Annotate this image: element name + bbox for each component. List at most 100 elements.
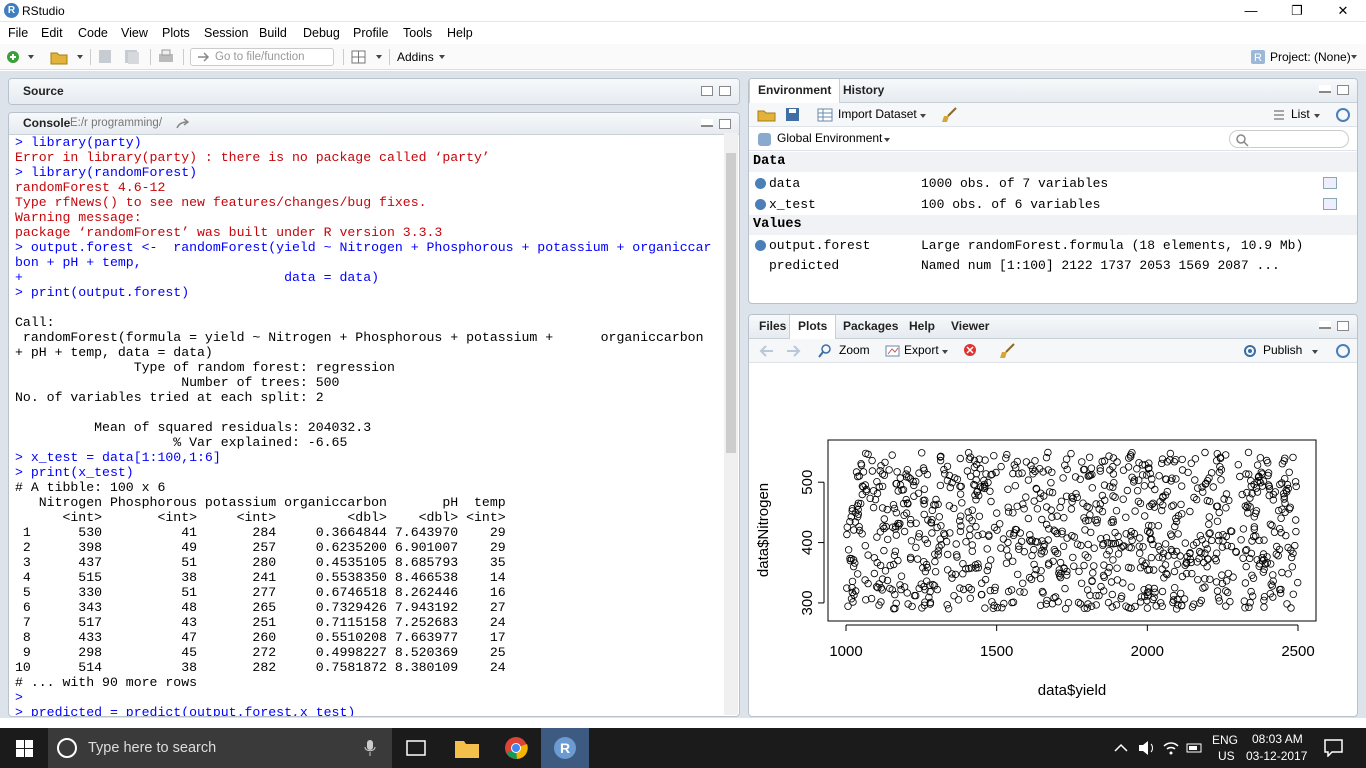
load-workspace-icon[interactable] — [757, 107, 777, 123]
scatter-point — [1196, 531, 1204, 540]
menu-file[interactable]: File — [8, 26, 28, 40]
volume-icon[interactable] — [1138, 739, 1156, 757]
menu-debug[interactable]: Debug — [303, 26, 340, 40]
list-view-button[interactable]: List — [1291, 107, 1310, 121]
scatter-point — [1136, 598, 1145, 606]
scatter-point — [1201, 448, 1209, 457]
clock-time[interactable]: 08:03 AM — [1252, 732, 1303, 746]
tray-chevron-up-icon[interactable] — [1114, 742, 1128, 754]
taskbar-search-box[interactable]: Type here to search — [48, 728, 392, 768]
menu-session[interactable]: Session — [204, 26, 248, 40]
menu-tools[interactable]: Tools — [403, 26, 432, 40]
console-scrollbar[interactable] — [724, 133, 738, 715]
import-dataset-button[interactable]: Import Dataset — [838, 107, 917, 121]
env-row-data[interactable]: data 1000 obs. of 7 variables — [749, 173, 1357, 194]
source-maximize-icon[interactable] — [719, 86, 731, 96]
save-all-icon[interactable] — [124, 49, 140, 65]
scatter-point — [968, 506, 976, 514]
goto-file-input[interactable]: Go to file/function — [190, 48, 334, 66]
env-search-input[interactable] — [1229, 130, 1349, 148]
remove-plot-icon[interactable] — [963, 343, 981, 359]
close-button[interactable]: ✕ — [1320, 0, 1366, 22]
plots-minimize-icon[interactable] — [1319, 321, 1331, 329]
x-tick-label: 1000 — [829, 643, 862, 660]
language-code[interactable]: ENG — [1212, 733, 1238, 747]
environment-scope[interactable]: Global Environment — [777, 131, 882, 145]
source-pane: Source — [8, 78, 740, 105]
tab-viewer[interactable]: Viewer — [943, 315, 997, 339]
scatter-point — [1171, 583, 1179, 592]
minimize-button[interactable]: — — [1228, 0, 1274, 22]
save-workspace-icon[interactable] — [785, 107, 801, 123]
plots-maximize-icon[interactable] — [1337, 321, 1349, 331]
menu-code[interactable]: Code — [78, 26, 108, 40]
console-output[interactable]: > library(party) Error in library(party) … — [15, 135, 727, 716]
tab-environment[interactable]: Environment — [749, 79, 841, 103]
go-to-dir-icon[interactable] — [175, 117, 191, 131]
forward-arrow-icon[interactable] — [785, 344, 801, 358]
env-maximize-icon[interactable] — [1337, 85, 1349, 95]
scatter-point — [1284, 543, 1292, 552]
battery-icon[interactable] — [1186, 740, 1204, 756]
menu-plots[interactable]: Plots — [162, 26, 190, 40]
file-explorer-icon[interactable] — [454, 736, 480, 760]
scatter-point — [1284, 570, 1292, 578]
keyboard-region[interactable]: US — [1218, 749, 1235, 763]
menu-profile[interactable]: Profile — [353, 26, 388, 40]
menu-build[interactable]: Build — [259, 26, 287, 40]
rstudio-taskbar-item[interactable]: R — [541, 728, 589, 768]
clock-date[interactable]: 03-12-2017 — [1246, 749, 1307, 763]
menu-view[interactable]: View — [121, 26, 148, 40]
console-pane[interactable]: Console E:/r programming/ > library(part… — [8, 112, 740, 717]
env-row-x-test[interactable]: x_test 100 obs. of 6 variables — [749, 194, 1357, 215]
scatter-point — [1076, 600, 1085, 608]
workspace-panes-icon[interactable] — [351, 49, 385, 65]
clear-plots-broom-icon[interactable] — [999, 343, 1017, 359]
console-scroll-thumb[interactable] — [726, 153, 736, 453]
refresh-plot-icon[interactable] — [1335, 343, 1351, 359]
network-icon[interactable] — [1162, 739, 1180, 757]
expand-icon[interactable] — [755, 178, 766, 189]
scatter-point — [1170, 567, 1179, 576]
project-menu[interactable]: Project: (None) — [1270, 50, 1351, 64]
publish-button[interactable]: Publish — [1263, 343, 1302, 357]
addins-menu[interactable]: Addins — [397, 50, 434, 64]
export-button[interactable]: Export — [904, 343, 939, 357]
view-table-icon[interactable] — [1323, 177, 1337, 189]
source-restore-icon[interactable] — [701, 86, 713, 96]
refresh-env-icon[interactable] — [1335, 107, 1351, 123]
microphone-icon[interactable] — [364, 740, 376, 756]
notifications-icon[interactable] — [1324, 739, 1344, 757]
open-project-icon[interactable] — [50, 49, 84, 65]
tab-history[interactable]: History — [835, 79, 892, 103]
env-row-output-forest[interactable]: output.forest Large randomForest.formula… — [749, 235, 1357, 256]
expand-icon[interactable] — [755, 199, 766, 210]
scatter-point — [1289, 590, 1297, 598]
windows-start-icon[interactable] — [16, 740, 34, 758]
view-table-icon[interactable] — [1323, 198, 1337, 210]
print-icon[interactable] — [158, 49, 174, 65]
restore-button[interactable]: ❐ — [1274, 0, 1320, 22]
tab-files[interactable]: Files — [751, 315, 794, 339]
source-title[interactable]: Source — [15, 80, 72, 104]
back-arrow-icon[interactable] — [759, 344, 775, 358]
tab-plots[interactable]: Plots — [789, 315, 837, 339]
broom-icon[interactable] — [941, 107, 959, 123]
env-row-predicted[interactable]: predicted Named num [1:100] 2122 1737 20… — [749, 255, 1357, 276]
env-minimize-icon[interactable] — [1319, 85, 1331, 93]
chrome-icon[interactable] — [504, 736, 528, 760]
menu-help[interactable]: Help — [447, 26, 473, 40]
console-minimize-icon[interactable] — [701, 119, 713, 127]
scatter-point — [956, 490, 965, 498]
menu-edit[interactable]: Edit — [41, 26, 63, 40]
task-view-icon[interactable] — [404, 739, 428, 757]
console-title[interactable]: Console — [15, 113, 78, 135]
zoom-button[interactable]: Zoom — [839, 343, 870, 357]
save-icon[interactable] — [98, 49, 112, 65]
tab-help[interactable]: Help — [901, 315, 943, 339]
expand-icon[interactable] — [755, 240, 766, 251]
console-line: > x_test = data[1:100,1:6] — [15, 450, 221, 465]
console-restore-icon[interactable] — [719, 119, 731, 129]
tab-packages[interactable]: Packages — [835, 315, 906, 339]
new-file-icon[interactable] — [6, 49, 36, 65]
